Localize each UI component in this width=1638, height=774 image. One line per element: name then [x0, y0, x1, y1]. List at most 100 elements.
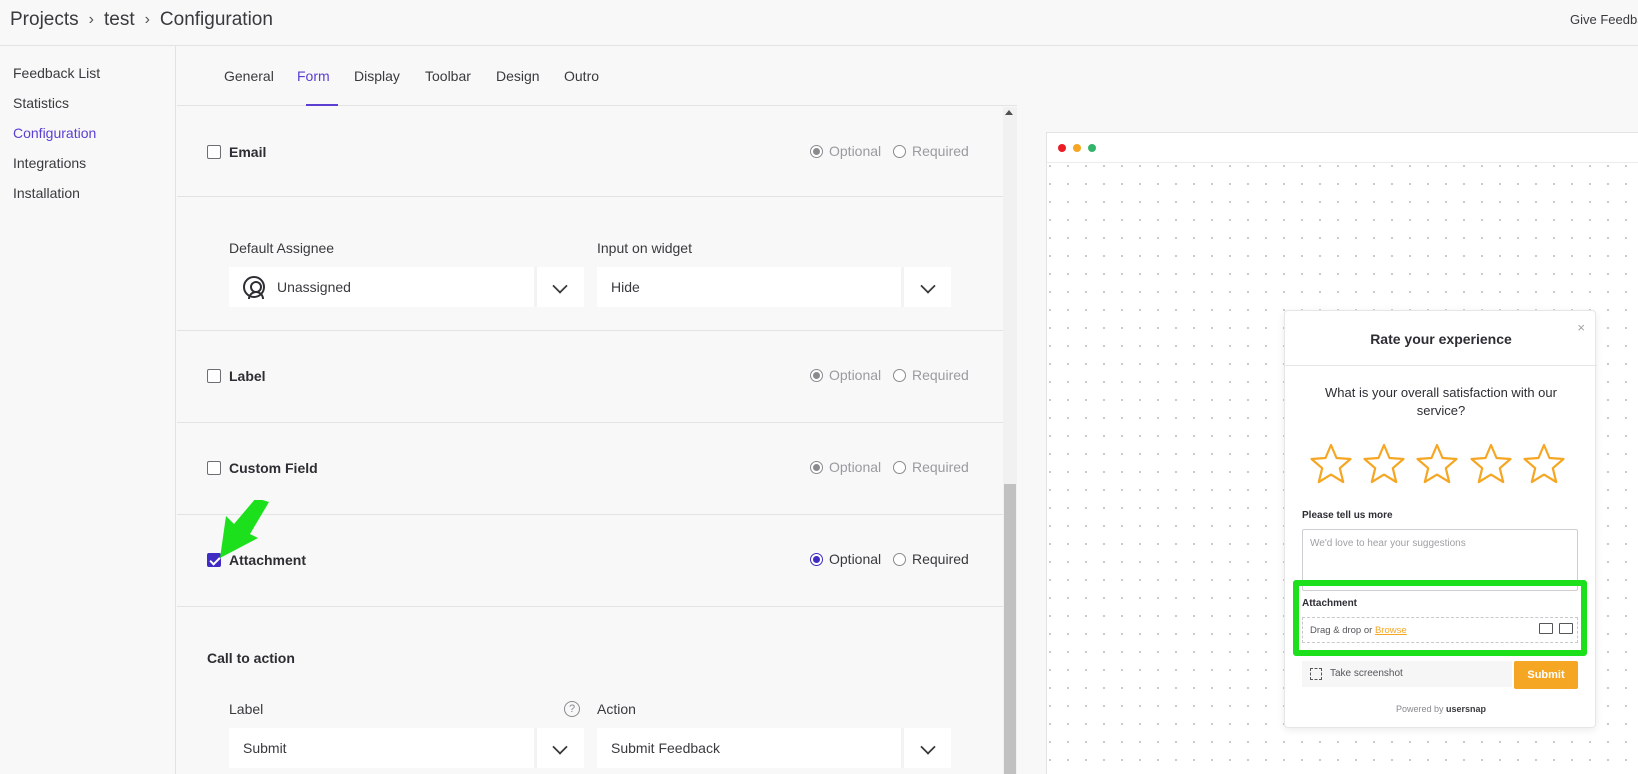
chevron-down-icon[interactable] [920, 739, 936, 755]
label-required-label: Required [912, 367, 969, 383]
top-bar: Projects › test › Configuration Give Fee… [0, 0, 1638, 46]
widget-powered-by: Powered by usersnap [1285, 704, 1597, 714]
give-feedback-link[interactable]: Give Feedback [1570, 12, 1638, 27]
custom-field-section: Custom Field Optional Required [177, 423, 1003, 515]
star-icon[interactable] [1522, 443, 1566, 485]
chevron-down-icon[interactable] [920, 278, 936, 294]
tab-design[interactable]: Design [496, 68, 540, 84]
chevron-down-icon[interactable] [552, 278, 568, 294]
powered-by-text: Powered by [1395, 704, 1444, 714]
red-dot-icon [1058, 144, 1066, 152]
tab-display[interactable]: Display [354, 68, 400, 84]
breadcrumb-configuration: Configuration [159, 9, 273, 30]
chevron-right-icon: › [88, 11, 94, 28]
select-divider [901, 728, 904, 768]
email-section: Email Optional Required [177, 107, 1003, 197]
label-optional-radio[interactable] [810, 369, 823, 382]
attachment-required-label: Required [912, 551, 969, 567]
chevron-right-icon: › [144, 11, 150, 28]
custom-field-checkbox[interactable] [207, 461, 221, 475]
input-on-widget-value: Hide [611, 279, 640, 295]
chevron-down-icon[interactable] [552, 739, 568, 755]
widget-screenshot-label: Take screenshot [1330, 668, 1403, 679]
breadcrumb-test[interactable]: test [104, 9, 135, 31]
sidebar-item-installation[interactable]: Installation [13, 185, 80, 201]
tab-toolbar[interactable]: Toolbar [425, 68, 471, 84]
custom-field-required-label: Required [912, 459, 969, 475]
input-on-widget-select[interactable]: Hide [597, 267, 951, 307]
cta-action-title: Action [597, 701, 636, 717]
form-settings-panel: Email Optional Required Default Assignee… [177, 107, 1003, 774]
input-on-widget-label: Input on widget [597, 240, 692, 256]
yellow-dot-icon [1073, 144, 1081, 152]
widget-submit-button[interactable]: Submit [1514, 661, 1578, 689]
breadcrumb-projects[interactable]: Projects [10, 9, 79, 31]
cta-label-value: Submit [243, 740, 287, 756]
sidebar: Feedback List Statistics Configuration I… [0, 46, 176, 774]
config-tabs: General Form Display Toolbar Design Outr… [177, 46, 1017, 106]
email-label: Email [229, 144, 267, 160]
assignee-section: Default Assignee Unassigned Input on wid… [177, 197, 1003, 331]
label-section: Label Optional Required [177, 331, 1003, 423]
green-dot-icon [1088, 144, 1096, 152]
star-icon[interactable] [1309, 443, 1353, 485]
custom-field-optional-label: Optional [829, 459, 882, 475]
tab-outro[interactable]: Outro [564, 68, 599, 84]
usersnap-brand: usersnap [1446, 704, 1487, 714]
help-icon[interactable]: ? [564, 701, 580, 717]
preview-window-bar [1047, 133, 1638, 163]
tab-form[interactable]: Form [297, 68, 330, 84]
email-checkbox[interactable] [207, 145, 221, 159]
email-optional-radio[interactable] [810, 145, 823, 158]
custom-field-required-radio[interactable] [893, 461, 906, 474]
tab-general[interactable]: General [224, 68, 274, 84]
scrollbar-thumb[interactable] [1004, 484, 1016, 774]
label-required-radio[interactable] [893, 369, 906, 382]
widget-divider [1285, 365, 1597, 366]
active-tab-indicator [306, 104, 338, 106]
feedback-widget: Rate your experience × What is your over… [1284, 310, 1597, 728]
custom-field-label: Custom Field [229, 460, 318, 476]
default-assignee-value: Unassigned [277, 279, 351, 295]
cta-action-value: Submit Feedback [611, 740, 720, 756]
attachment-highlight-annotation [1293, 580, 1587, 656]
email-required-radio[interactable] [893, 145, 906, 158]
attachment-required-radio[interactable] [893, 553, 906, 566]
default-assignee-label: Default Assignee [229, 240, 335, 256]
label-optional-label: Optional [829, 367, 882, 383]
sidebar-item-configuration[interactable]: Configuration [13, 125, 96, 141]
select-divider [901, 267, 904, 307]
green-arrow-annotation [220, 500, 269, 558]
attachment-section: Attachment Optional Required [177, 515, 1003, 607]
custom-field-optional-radio[interactable] [810, 461, 823, 474]
user-icon [243, 276, 265, 299]
label-field-label: Label [229, 368, 266, 384]
cta-label-title: Label [229, 701, 264, 717]
widget-screenshot-button[interactable]: Take screenshot [1302, 661, 1512, 687]
select-divider [534, 728, 537, 768]
scroll-up-arrow-icon[interactable] [1005, 110, 1013, 115]
widget-title: Rate your experience [1370, 331, 1512, 347]
attachment-optional-radio[interactable] [810, 553, 823, 566]
widget-more-label: Please tell us more [1302, 510, 1393, 521]
widget-comment-placeholder: We'd love to hear your suggestions [1310, 538, 1466, 549]
sidebar-item-feedback-list[interactable]: Feedback List [13, 65, 100, 81]
sidebar-item-integrations[interactable]: Integrations [13, 155, 86, 171]
call-to-action-heading: Call to action [207, 650, 295, 666]
widget-question: What is your overall satisfaction with o… [1325, 385, 1557, 418]
default-assignee-select[interactable]: Unassigned [229, 267, 584, 307]
close-icon[interactable]: × [1577, 320, 1585, 335]
star-icon[interactable] [1415, 443, 1459, 485]
star-icon[interactable] [1362, 443, 1406, 485]
sidebar-item-statistics[interactable]: Statistics [13, 95, 69, 111]
screenshot-icon [1310, 668, 1322, 680]
star-icon[interactable] [1469, 443, 1513, 485]
attachment-optional-label: Optional [829, 551, 882, 567]
label-checkbox[interactable] [207, 369, 221, 383]
email-required-label: Required [912, 143, 969, 159]
breadcrumb: Projects › test › Configuration [10, 9, 273, 31]
email-optional-label: Optional [829, 143, 882, 159]
cta-action-select[interactable]: Submit Feedback [597, 728, 951, 768]
cta-label-select[interactable]: Submit [229, 728, 584, 768]
select-divider [534, 267, 537, 307]
